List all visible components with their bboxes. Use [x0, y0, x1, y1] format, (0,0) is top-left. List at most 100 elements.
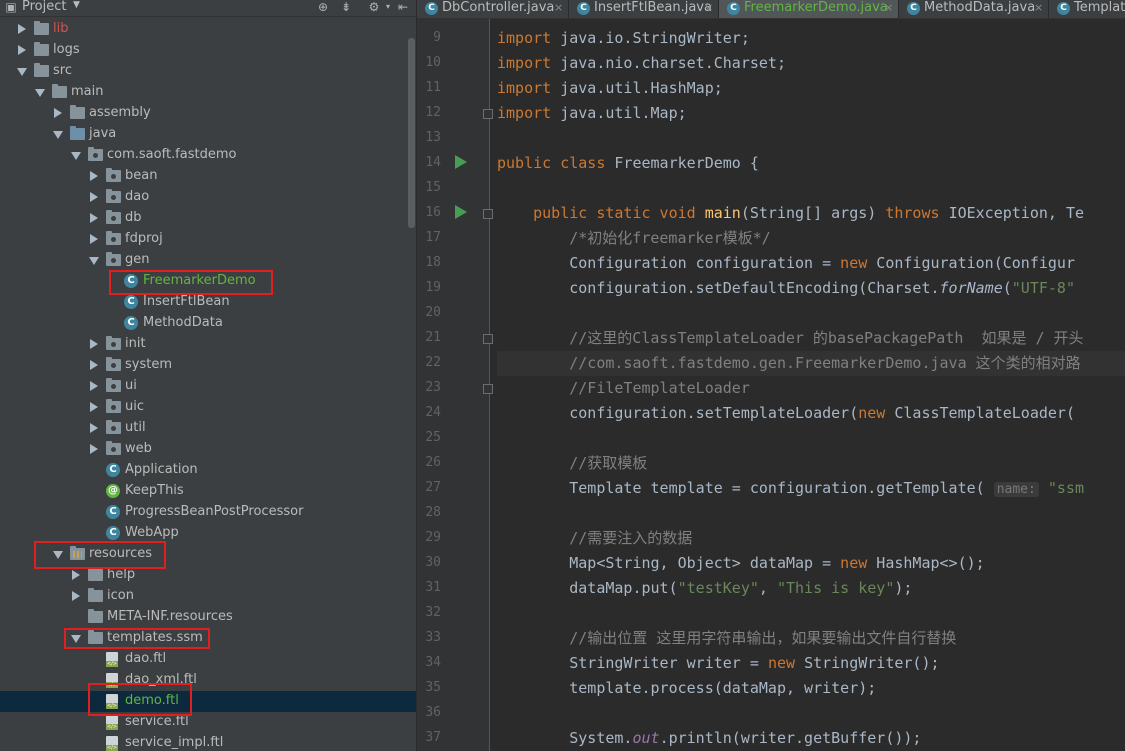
- tree-item[interactable]: gen: [0, 250, 416, 271]
- fold-icon[interactable]: [483, 109, 493, 119]
- tree-item[interactable]: com.saoft.fastdemo: [0, 145, 416, 166]
- tree-item[interactable]: lib: [0, 19, 416, 40]
- tree-item[interactable]: logs: [0, 40, 416, 61]
- editor-tab[interactable]: C Template: [1049, 0, 1125, 18]
- tree-item[interactable]: util: [0, 418, 416, 439]
- tree-item[interactable]: src: [0, 61, 416, 82]
- editor-tab[interactable]: C DbController.java ×: [417, 0, 569, 18]
- code-line[interactable]: public class FreemarkerDemo {: [497, 151, 759, 176]
- tree-item[interactable]: system: [0, 355, 416, 376]
- tree-item[interactable]: bean: [0, 166, 416, 187]
- tree-item[interactable]: C Application: [0, 460, 416, 481]
- chevron-right-icon[interactable]: [90, 381, 98, 391]
- tree-item[interactable]: dao.ftl: [0, 649, 416, 670]
- chevron-right-icon[interactable]: [90, 423, 98, 433]
- chevron-down-icon[interactable]: [53, 131, 63, 139]
- code-line[interactable]: public static void main(String[] args) t…: [497, 201, 1084, 226]
- code-line[interactable]: configuration.setDefaultEncoding(Charset…: [497, 276, 1075, 301]
- tree-item[interactable]: assembly: [0, 103, 416, 124]
- code-line[interactable]: import java.io.StringWriter;: [497, 26, 750, 51]
- tree-item[interactable]: dao_xml.ftl: [0, 670, 416, 691]
- target-icon[interactable]: ⊕: [316, 0, 330, 14]
- chevron-right-icon[interactable]: [18, 45, 26, 55]
- chevron-right-icon[interactable]: [90, 360, 98, 370]
- hide-icon[interactable]: ⇤: [396, 0, 410, 14]
- tree-item[interactable]: META-INF.resources: [0, 607, 416, 628]
- chevron-right-icon[interactable]: [90, 213, 98, 223]
- code-line[interactable]: template.process(dataMap, writer);: [497, 676, 876, 701]
- tree-item[interactable]: service.ftl: [0, 712, 416, 733]
- code-line[interactable]: configuration.setTemplateLoader(new Clas…: [497, 401, 1075, 426]
- chevron-right-icon[interactable]: [90, 234, 98, 244]
- chevron-right-icon[interactable]: [72, 591, 80, 601]
- code-line[interactable]: import java.util.Map;: [497, 101, 687, 126]
- tree-item[interactable]: demo.ftl: [0, 691, 416, 712]
- chevron-right-icon[interactable]: [90, 171, 98, 181]
- code-line[interactable]: dataMap.put("testKey", "This is key");: [497, 576, 912, 601]
- tree-item[interactable]: ui: [0, 376, 416, 397]
- run-icon[interactable]: [455, 205, 467, 219]
- tree-item[interactable]: @ KeepThis: [0, 481, 416, 502]
- chevron-down-icon[interactable]: [35, 89, 45, 97]
- run-icon[interactable]: [455, 155, 467, 169]
- close-icon[interactable]: ×: [884, 1, 893, 14]
- code-line[interactable]: Map<String, Object> dataMap = new HashMa…: [497, 551, 984, 576]
- caret-down-icon[interactable]: ▼: [73, 0, 80, 10]
- fold-icon[interactable]: [483, 334, 493, 344]
- code-line[interactable]: //FileTemplateLoader: [497, 376, 750, 401]
- tree-item[interactable]: db: [0, 208, 416, 229]
- code-line[interactable]: /*初始化freemarker模板*/: [497, 226, 770, 251]
- chevron-down-icon[interactable]: [71, 152, 81, 160]
- editor-tab[interactable]: C FreemarkerDemo.java ×: [719, 0, 899, 18]
- tree-item[interactable]: uic: [0, 397, 416, 418]
- tree-item[interactable]: fdproj: [0, 229, 416, 250]
- tree-item[interactable]: init: [0, 334, 416, 355]
- code-line[interactable]: //com.saoft.fastdemo.gen.FreemarkerDemo.…: [497, 351, 1125, 376]
- chevron-right-icon[interactable]: [18, 24, 26, 34]
- collapse-icon[interactable]: ⇟: [339, 0, 353, 14]
- tree-item[interactable]: C MethodData: [0, 313, 416, 334]
- line-number: 37: [425, 730, 441, 745]
- editor-tab[interactable]: C MethodData.java ×: [899, 0, 1049, 18]
- close-icon[interactable]: ×: [1034, 1, 1043, 14]
- chevron-right-icon[interactable]: [90, 339, 98, 349]
- tree-item[interactable]: service_impl.ftl: [0, 733, 416, 751]
- code-line[interactable]: StringWriter writer = new StringWriter()…: [497, 651, 939, 676]
- code-token: System.: [497, 729, 633, 747]
- project-scrollbar[interactable]: [408, 38, 415, 228]
- project-title[interactable]: Project: [22, 0, 66, 14]
- editor-tab[interactable]: C InsertFtlBean.java ×: [569, 0, 719, 18]
- code-line[interactable]: import java.nio.charset.Charset;: [497, 51, 786, 76]
- gear-dropdown-icon[interactable]: ▾: [381, 0, 395, 14]
- close-icon[interactable]: ×: [554, 1, 563, 14]
- code-line[interactable]: Configuration configuration = new Config…: [497, 251, 1075, 276]
- chevron-right-icon[interactable]: [90, 402, 98, 412]
- tree-item[interactable]: web: [0, 439, 416, 460]
- code-area[interactable]: import java.io.StringWriter; import java.…: [497, 19, 1125, 751]
- chevron-right-icon[interactable]: [54, 108, 62, 118]
- tree-item[interactable]: java: [0, 124, 416, 145]
- fold-icon[interactable]: [483, 209, 493, 219]
- code-line[interactable]: //需要注入的数据: [497, 526, 692, 551]
- code-line[interactable]: System.out.println(writer.getBuffer());: [497, 726, 921, 751]
- code-line[interactable]: //输出位置 这里用字符串输出，如果要输出文件自行替换: [497, 626, 956, 651]
- close-icon[interactable]: ×: [704, 1, 713, 14]
- tab-label: FreemarkerDemo.java: [744, 0, 888, 15]
- tree-item[interactable]: C InsertFtlBean: [0, 292, 416, 313]
- code-token: new: [840, 554, 877, 572]
- chevron-down-icon[interactable]: [89, 257, 99, 265]
- tree-item[interactable]: dao: [0, 187, 416, 208]
- code-line[interactable]: //这里的ClassTemplateLoader 的basePackagePat…: [497, 326, 1083, 351]
- chevron-down-icon[interactable]: [17, 68, 27, 76]
- fold-icon[interactable]: [483, 384, 493, 394]
- code-line[interactable]: //获取模板: [497, 451, 647, 476]
- chevron-right-icon[interactable]: [72, 570, 80, 580]
- tree-item[interactable]: C ProgressBeanPostProcessor: [0, 502, 416, 523]
- tree-item[interactable]: main: [0, 82, 416, 103]
- chevron-right-icon[interactable]: [90, 192, 98, 202]
- code-line[interactable]: Template template = configuration.getTem…: [497, 476, 1084, 502]
- chevron-right-icon[interactable]: [90, 444, 98, 454]
- gear-icon[interactable]: ⚙: [367, 0, 381, 14]
- code-line[interactable]: import java.util.HashMap;: [497, 76, 723, 101]
- tree-item[interactable]: icon: [0, 586, 416, 607]
